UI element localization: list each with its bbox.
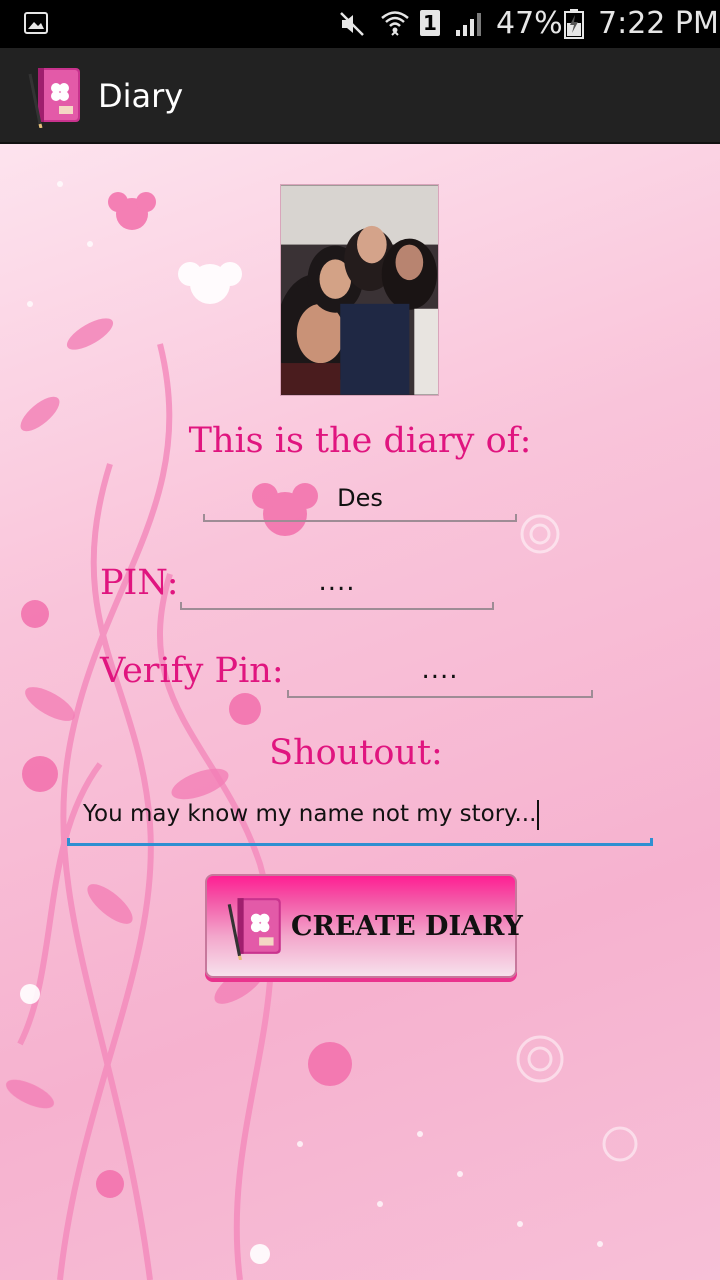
wifi-icon	[381, 11, 409, 36]
status-bar: 1 47% 7:22 PM	[0, 0, 720, 48]
create-diary-label: CREATE DIARY	[291, 911, 523, 942]
signal-icon	[456, 13, 481, 36]
shoutout-text: You may know my name not my story...	[83, 801, 537, 827]
create-diary-button[interactable]: CREATE DIARY	[205, 874, 523, 978]
text-cursor	[537, 799, 540, 830]
sim-icon: 1	[420, 10, 440, 36]
mute-icon	[340, 12, 364, 36]
diary-of-label: This is the diary of:	[188, 421, 532, 461]
clock: 7:22 PM	[598, 6, 719, 41]
verify-pin-label: Verify Pin:	[100, 651, 284, 691]
profile-photo[interactable]	[280, 184, 439, 396]
gallery-icon	[24, 12, 48, 34]
action-bar: Diary	[0, 48, 720, 144]
create-diary-screen: This is the diary of: Des PIN: .... Veri…	[0, 144, 720, 1280]
diary-book-icon	[227, 898, 281, 960]
pin-field[interactable]: ....	[180, 564, 494, 610]
shoutout-label: Shoutout:	[269, 733, 443, 773]
app-title: Diary	[98, 77, 184, 115]
diary-book-icon	[28, 68, 80, 128]
battery-percent: 47%	[496, 6, 563, 41]
pin-label: PIN:	[100, 563, 179, 603]
shoutout-field[interactable]: You may know my name not my story...	[67, 792, 653, 846]
verify-pin-field[interactable]: ....	[287, 652, 593, 698]
battery-icon	[564, 9, 584, 39]
name-field[interactable]: Des	[203, 478, 517, 522]
